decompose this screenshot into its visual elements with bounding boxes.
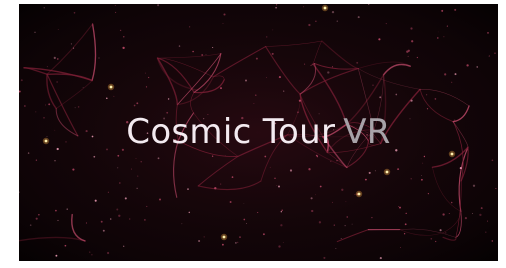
app-title-suffix: VR — [343, 112, 391, 152]
page: Cosmic Tour VR — [0, 0, 506, 268]
app-title: Cosmic Tour VR — [19, 112, 498, 152]
splash-screen[interactable]: Cosmic Tour VR — [19, 4, 498, 261]
app-title-main: Cosmic Tour — [126, 112, 336, 152]
